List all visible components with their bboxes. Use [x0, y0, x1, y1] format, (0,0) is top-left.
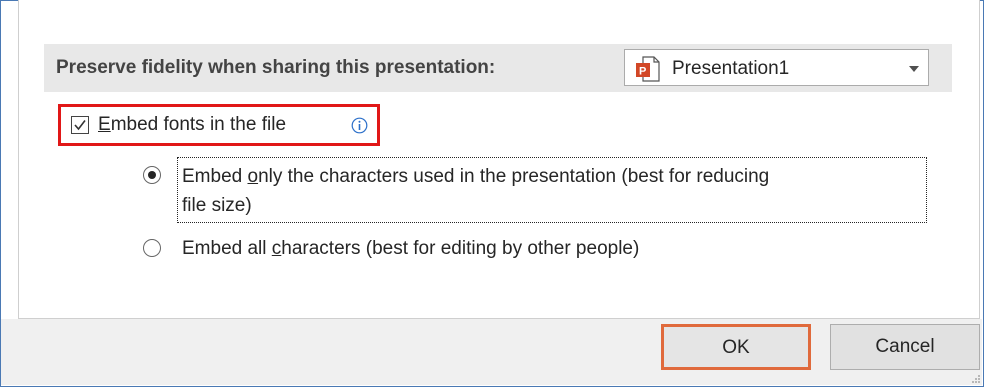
embed-all-characters-label[interactable]: Embed all characters (best for editing b… — [182, 234, 639, 263]
chevron-down-icon[interactable] — [909, 66, 919, 72]
embed-fonts-checkbox[interactable] — [71, 116, 89, 134]
embed-used-characters-label[interactable]: Embed only the characters used in the pr… — [182, 162, 922, 220]
svg-text:P: P — [639, 66, 646, 78]
embed-used-characters-radio[interactable] — [143, 166, 161, 184]
ok-button[interactable]: OK — [661, 324, 811, 370]
section-title: Preserve fidelity when sharing this pres… — [56, 57, 496, 78]
info-icon[interactable] — [351, 117, 368, 134]
radio-selected-dot — [148, 171, 156, 179]
cancel-button[interactable]: Cancel — [830, 324, 980, 370]
presentation-select-value: Presentation1 — [672, 58, 790, 79]
checkmark-icon — [74, 120, 86, 131]
resize-grip-icon[interactable] — [971, 374, 981, 384]
embed-all-characters-radio[interactable] — [143, 239, 161, 257]
embed-fonts-row: Embed fonts in the file — [58, 104, 380, 146]
presentation-select[interactable]: P Presentation1 — [624, 49, 929, 86]
embed-fonts-label[interactable]: Embed fonts in the file — [98, 114, 286, 136]
powerpoint-file-icon: P — [636, 56, 660, 82]
section-header: Preserve fidelity when sharing this pres… — [44, 44, 952, 92]
